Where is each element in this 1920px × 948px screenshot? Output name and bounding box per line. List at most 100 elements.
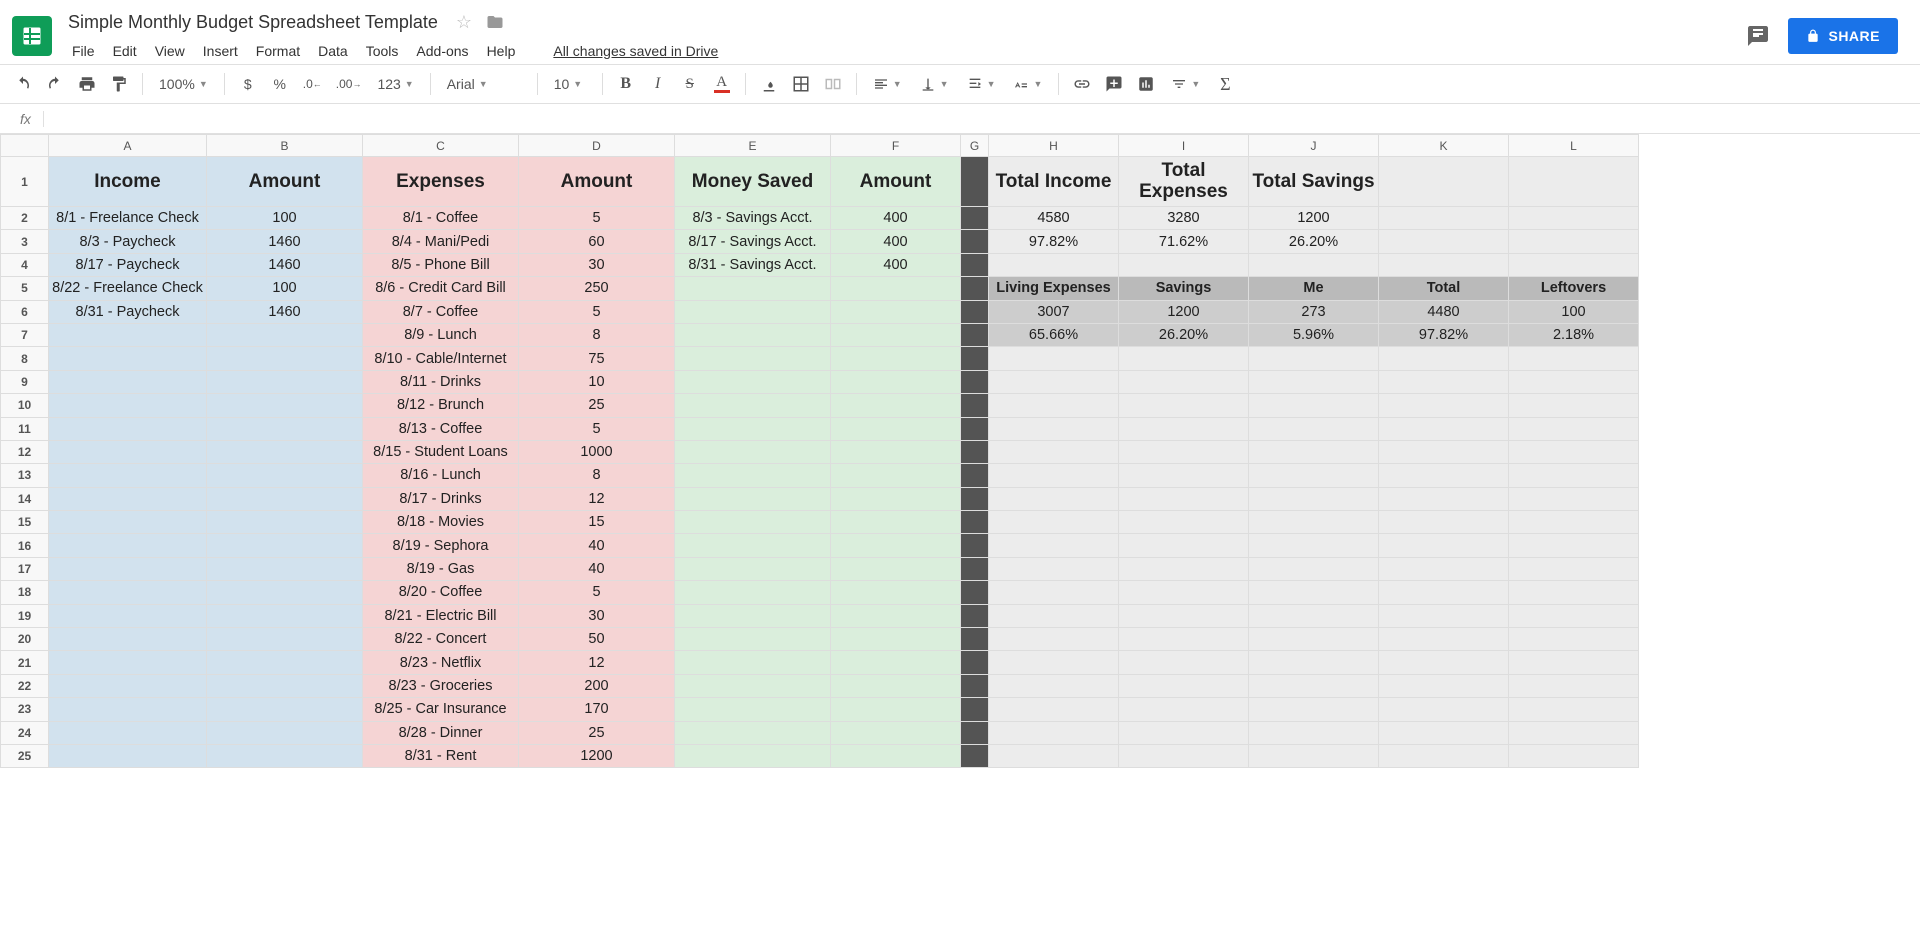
cell-B2[interactable]: 100	[207, 207, 363, 230]
cell-E13[interactable]	[675, 464, 831, 487]
select-all-corner[interactable]	[1, 135, 49, 157]
cell-I6[interactable]: 1200	[1119, 300, 1249, 323]
row-header[interactable]: 20	[1, 628, 49, 651]
cell-B24[interactable]	[207, 721, 363, 744]
cell-F20[interactable]	[831, 628, 961, 651]
cell-G6[interactable]	[961, 300, 989, 323]
save-status[interactable]: All changes saved in Drive	[545, 39, 726, 63]
cell-J10[interactable]	[1249, 394, 1379, 417]
cell-L14[interactable]	[1509, 487, 1639, 510]
cell-F2[interactable]: 400	[831, 207, 961, 230]
sheets-app-icon[interactable]	[12, 16, 52, 56]
fill-color-icon[interactable]	[754, 70, 784, 98]
cell-E11[interactable]	[675, 417, 831, 440]
cell-J7[interactable]: 5.96%	[1249, 323, 1379, 346]
cell-L9[interactable]	[1509, 370, 1639, 393]
cell-L15[interactable]	[1509, 511, 1639, 534]
cell-J3[interactable]: 26.20%	[1249, 230, 1379, 253]
filter-icon[interactable]: ▼	[1163, 76, 1208, 92]
cell-E25[interactable]	[675, 744, 831, 767]
col-header-I[interactable]: I	[1119, 135, 1249, 157]
cell-K17[interactable]	[1379, 557, 1509, 580]
cell-D6[interactable]: 5	[519, 300, 675, 323]
cell-L16[interactable]	[1509, 534, 1639, 557]
merge-cells-icon[interactable]	[818, 70, 848, 98]
cell-B25[interactable]	[207, 744, 363, 767]
cell-D7[interactable]: 8	[519, 323, 675, 346]
cell-I3[interactable]: 71.62%	[1119, 230, 1249, 253]
cell-K3[interactable]	[1379, 230, 1509, 253]
cell-B22[interactable]	[207, 674, 363, 697]
cell-G21[interactable]	[961, 651, 989, 674]
cell-A9[interactable]	[49, 370, 207, 393]
cell-B1[interactable]: Amount	[207, 157, 363, 207]
cell-B10[interactable]	[207, 394, 363, 417]
cell-A23[interactable]	[49, 698, 207, 721]
cell-A5[interactable]: 8/22 - Freelance Check	[49, 277, 207, 300]
cell-I1[interactable]: Total Expenses	[1119, 157, 1249, 207]
cell-C13[interactable]: 8/16 - Lunch	[363, 464, 519, 487]
cell-K2[interactable]	[1379, 207, 1509, 230]
cell-C9[interactable]: 8/11 - Drinks	[363, 370, 519, 393]
cell-F6[interactable]	[831, 300, 961, 323]
cell-J5[interactable]: Me	[1249, 277, 1379, 300]
star-icon[interactable]: ☆	[456, 12, 472, 33]
cell-H5[interactable]: Living Expenses	[989, 277, 1119, 300]
cell-B20[interactable]	[207, 628, 363, 651]
cell-B7[interactable]	[207, 323, 363, 346]
insert-chart-icon[interactable]	[1131, 70, 1161, 98]
row-header[interactable]: 25	[1, 744, 49, 767]
cell-D16[interactable]: 40	[519, 534, 675, 557]
cell-A3[interactable]: 8/3 - Paycheck	[49, 230, 207, 253]
row-header[interactable]: 4	[1, 253, 49, 276]
cell-I24[interactable]	[1119, 721, 1249, 744]
cell-I10[interactable]	[1119, 394, 1249, 417]
cell-F21[interactable]	[831, 651, 961, 674]
cell-A17[interactable]	[49, 557, 207, 580]
cell-K1[interactable]	[1379, 157, 1509, 207]
col-header-K[interactable]: K	[1379, 135, 1509, 157]
text-rotation-icon[interactable]: ▼	[1005, 76, 1050, 92]
cell-I8[interactable]	[1119, 347, 1249, 370]
cell-C16[interactable]: 8/19 - Sephora	[363, 534, 519, 557]
cell-C2[interactable]: 8/1 - Coffee	[363, 207, 519, 230]
insert-link-icon[interactable]	[1067, 70, 1097, 98]
cell-F9[interactable]	[831, 370, 961, 393]
cell-G16[interactable]	[961, 534, 989, 557]
cell-F8[interactable]	[831, 347, 961, 370]
cell-B15[interactable]	[207, 511, 363, 534]
cell-E4[interactable]: 8/31 - Savings Acct.	[675, 253, 831, 276]
cell-H7[interactable]: 65.66%	[989, 323, 1119, 346]
col-header-B[interactable]: B	[207, 135, 363, 157]
cell-I25[interactable]	[1119, 744, 1249, 767]
cell-B13[interactable]	[207, 464, 363, 487]
menu-tools[interactable]: Tools	[358, 39, 407, 63]
format-percent-icon[interactable]: %	[265, 70, 295, 98]
cell-K23[interactable]	[1379, 698, 1509, 721]
document-title[interactable]: Simple Monthly Budget Spreadsheet Templa…	[64, 10, 442, 35]
cell-C17[interactable]: 8/19 - Gas	[363, 557, 519, 580]
horizontal-align-icon[interactable]: ▼	[865, 76, 910, 92]
cell-E22[interactable]	[675, 674, 831, 697]
text-color-icon[interactable]: A	[707, 70, 737, 98]
cell-C1[interactable]: Expenses	[363, 157, 519, 207]
cell-C24[interactable]: 8/28 - Dinner	[363, 721, 519, 744]
row-header[interactable]: 1	[1, 157, 49, 207]
cell-A18[interactable]	[49, 581, 207, 604]
cell-L12[interactable]	[1509, 440, 1639, 463]
cell-J21[interactable]	[1249, 651, 1379, 674]
cell-J4[interactable]	[1249, 253, 1379, 276]
cell-H15[interactable]	[989, 511, 1119, 534]
cell-D10[interactable]: 25	[519, 394, 675, 417]
cell-L23[interactable]	[1509, 698, 1639, 721]
cell-L6[interactable]: 100	[1509, 300, 1639, 323]
col-header-L[interactable]: L	[1509, 135, 1639, 157]
cell-F7[interactable]	[831, 323, 961, 346]
cell-A20[interactable]	[49, 628, 207, 651]
cell-E10[interactable]	[675, 394, 831, 417]
cell-I13[interactable]	[1119, 464, 1249, 487]
spreadsheet-grid[interactable]: A B C D E F G H I J K L 1IncomeAmountExp…	[0, 134, 1920, 948]
cell-D25[interactable]: 1200	[519, 744, 675, 767]
cell-K19[interactable]	[1379, 604, 1509, 627]
cell-B8[interactable]	[207, 347, 363, 370]
